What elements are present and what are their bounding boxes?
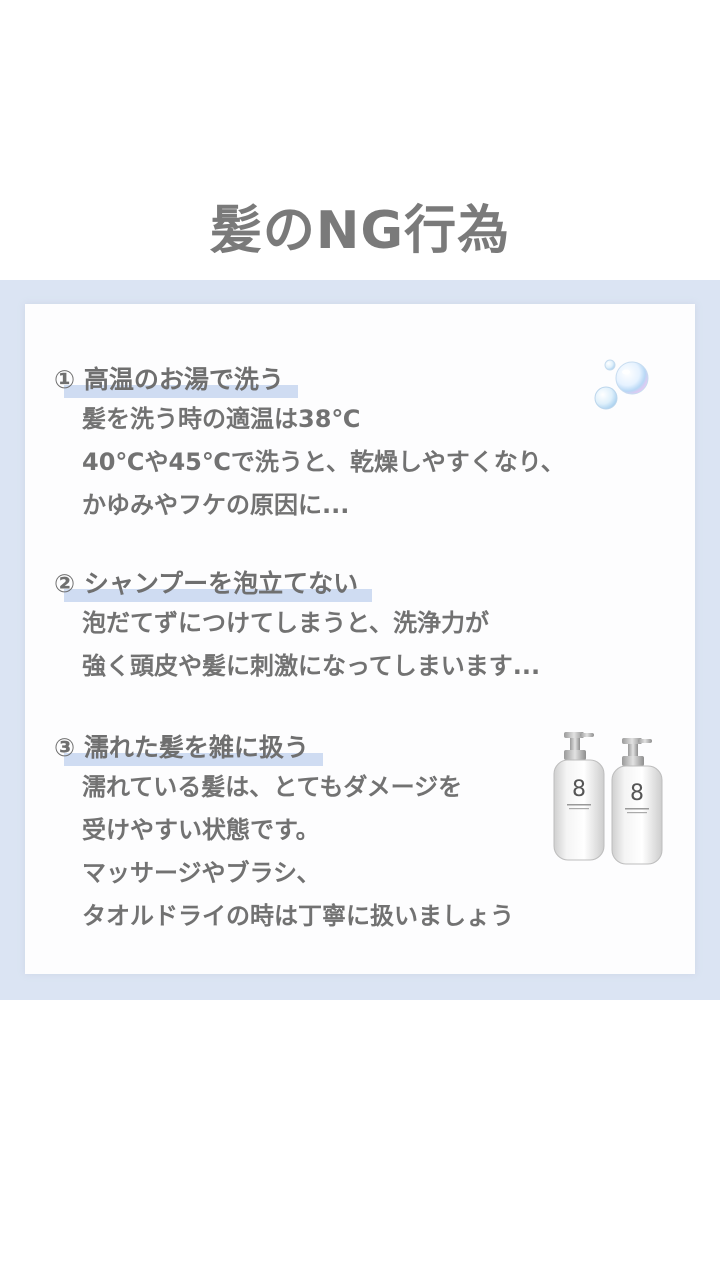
ng-item-1-heading-text: ① 高温のお湯で洗う [54, 365, 284, 394]
ng-item-1-heading: ① 高温のお湯で洗う [54, 362, 298, 398]
soap-bubbles-icon [594, 359, 649, 410]
ng-item-2-line-1: 泡だてずにつけてしまうと、洗浄力が [82, 609, 490, 637]
ng-item-2-heading: ② シャンプーを泡立てない [54, 566, 373, 602]
ng-item-1-line-3: かゆみやフケの原因に... [82, 491, 350, 519]
ng-item-1-line-2: 40℃や45℃で洗うと、乾燥しやすくなり、 [82, 448, 565, 476]
shampoo-bottles-image: 8 8 [553, 732, 663, 865]
ng-item-2-heading-text: ② シャンプーを泡立てない [54, 569, 359, 598]
svg-text:8: 8 [630, 781, 644, 806]
page: 髪のNG行為 ① 高温のお湯で洗う 髪を洗う時の適温は38℃ 40℃や45℃で洗… [0, 0, 720, 1280]
ng-item-3-heading-text: ③ 濡れた髪を雑に扱う [54, 733, 309, 762]
ng-item-1-line-1: 髪を洗う時の適温は38℃ [82, 405, 361, 433]
page-title: 髪のNG行為 [209, 201, 511, 261]
ng-item-1: ① 高温のお湯で洗う 髪を洗う時の適温は38℃ 40℃や45℃で洗うと、乾燥しや… [54, 362, 674, 527]
ng-item-3-heading: ③ 濡れた髪を雑に扱う [54, 730, 323, 766]
ng-item-2: ② シャンプーを泡立てない 泡だてずにつけてしまうと、洗浄力が 強く頭皮や髪に刺… [54, 566, 674, 688]
ng-item-3-line-4: タオルドライの時は丁寧に扱いましょう [82, 902, 514, 930]
ng-item-2-line-2: 強く頭皮や髪に刺激になってしまいます... [82, 652, 541, 680]
svg-text:8: 8 [572, 777, 586, 802]
